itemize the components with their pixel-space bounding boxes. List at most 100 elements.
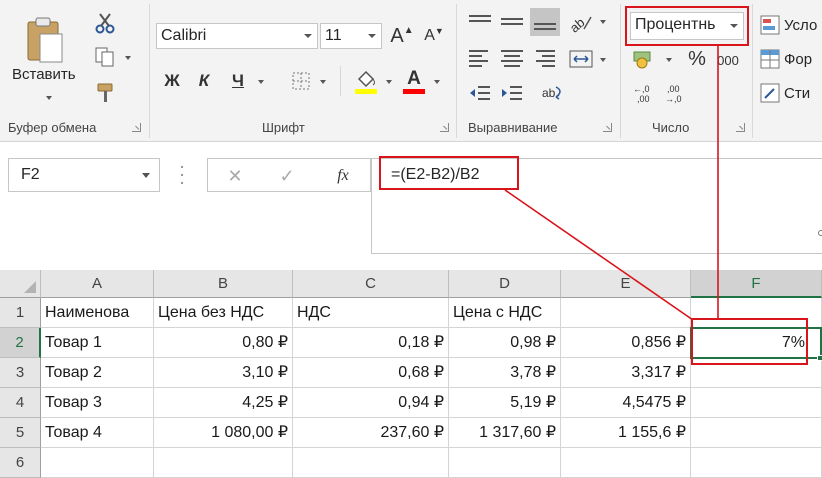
name-box[interactable]: F2	[8, 158, 160, 192]
borders-button[interactable]	[288, 68, 314, 94]
cell-b4[interactable]: 4,25 ₽	[154, 388, 293, 418]
merge-dropdown-icon[interactable]	[600, 58, 606, 62]
font-size-combo[interactable]: 11	[320, 23, 382, 49]
bold-button[interactable]: Ж	[160, 68, 184, 94]
insert-function-icon[interactable]: fx	[328, 163, 358, 189]
decrease-decimal-button[interactable]: ,00 →,0	[664, 80, 692, 106]
cell-f5[interactable]	[691, 418, 822, 448]
merge-center-button[interactable]	[566, 46, 596, 72]
cell-b2[interactable]: 0,80 ₽	[154, 328, 293, 358]
clipboard-launcher-icon[interactable]	[132, 123, 141, 132]
formula-bar-resize-handle[interactable]	[818, 230, 822, 236]
orientation-dropdown-icon[interactable]	[600, 20, 606, 24]
cell-c6[interactable]	[293, 448, 449, 478]
row-header[interactable]: 1	[0, 298, 41, 328]
align-center-button[interactable]	[498, 46, 526, 72]
cell-b6[interactable]	[154, 448, 293, 478]
font-name-combo[interactable]: Calibri	[156, 23, 318, 49]
cell-b5[interactable]: 1 080,00 ₽	[154, 418, 293, 448]
row-header[interactable]: 5	[0, 418, 41, 448]
enter-icon[interactable]: ✓	[274, 163, 300, 189]
wrap-text-button[interactable]: ab	[540, 80, 568, 106]
cancel-icon[interactable]: ✕	[222, 163, 248, 189]
number-launcher-icon[interactable]	[736, 123, 745, 132]
fill-dropdown-icon[interactable]	[386, 80, 392, 84]
row-header[interactable]: 6	[0, 448, 41, 478]
font-color-dropdown-icon[interactable]	[434, 80, 440, 84]
cell-c2[interactable]: 0,18 ₽	[293, 328, 449, 358]
increase-indent-button[interactable]	[498, 80, 526, 106]
cell-d6[interactable]	[449, 448, 561, 478]
font-color-button[interactable]: A	[400, 66, 428, 96]
cell-c1[interactable]: НДС	[293, 298, 449, 328]
shrink-font-button[interactable]: A ▼	[422, 22, 446, 50]
column-header-d[interactable]: D	[449, 270, 561, 298]
cell-f4[interactable]	[691, 388, 822, 418]
alignment-launcher-icon[interactable]	[603, 123, 612, 132]
copy-button[interactable]	[92, 44, 118, 70]
align-left-button[interactable]	[466, 46, 494, 72]
cell-e2[interactable]: 0,856 ₽	[561, 328, 691, 358]
fill-color-button[interactable]	[352, 66, 380, 96]
cell-d5[interactable]: 1 317,60 ₽	[449, 418, 561, 448]
row-header[interactable]: 4	[0, 388, 41, 418]
grow-font-button[interactable]: A ▲	[390, 22, 414, 50]
align-middle-button[interactable]	[498, 10, 526, 34]
column-header-c[interactable]: C	[293, 270, 449, 298]
cell-b1[interactable]: Цена без НДС	[154, 298, 293, 328]
formula-bar-grip-icon[interactable]	[180, 166, 184, 184]
row-header[interactable]: 3	[0, 358, 41, 388]
decrease-indent-button[interactable]	[466, 80, 494, 106]
italic-button[interactable]: К	[192, 68, 216, 94]
align-bottom-button[interactable]	[530, 8, 560, 36]
cell-b3[interactable]: 3,10 ₽	[154, 358, 293, 388]
orientation-button[interactable]: ab	[566, 10, 596, 34]
currency-dropdown-icon[interactable]	[666, 58, 672, 62]
spreadsheet-grid: A B C D E F 1 Наименова Цена без НДС НДС…	[0, 270, 822, 478]
cell-d1[interactable]: Цена с НДС	[449, 298, 561, 328]
underline-dropdown-icon[interactable]	[258, 80, 264, 84]
svg-text:ab: ab	[568, 15, 587, 33]
cell-c3[interactable]: 0,68 ₽	[293, 358, 449, 388]
cell-e6[interactable]	[561, 448, 691, 478]
format-painter-button[interactable]	[92, 80, 118, 106]
column-header-f[interactable]: F	[691, 270, 822, 298]
borders-dropdown-icon[interactable]	[320, 80, 326, 84]
cell-a1[interactable]: Наименова	[41, 298, 154, 328]
cell-a4[interactable]: Товар 3	[41, 388, 154, 418]
increase-decimal-button[interactable]: ←,0,00	[632, 80, 660, 106]
cell-a5[interactable]: Товар 4	[41, 418, 154, 448]
underline-button[interactable]: Ч	[226, 68, 250, 94]
percent-style-button[interactable]: %	[684, 46, 710, 72]
conditional-formatting-button[interactable]: Усло	[760, 12, 822, 38]
column-header-b[interactable]: B	[154, 270, 293, 298]
select-all-corner[interactable]	[0, 270, 41, 298]
cell-c5[interactable]: 237,60 ₽	[293, 418, 449, 448]
cell-a6[interactable]	[41, 448, 154, 478]
currency-format-button[interactable]	[630, 46, 658, 72]
cell-d2[interactable]: 0,98 ₽	[449, 328, 561, 358]
cell-e4[interactable]: 4,5475 ₽	[561, 388, 691, 418]
cell-c4[interactable]: 0,94 ₽	[293, 388, 449, 418]
fill-handle[interactable]	[817, 355, 822, 361]
cell-a3[interactable]: Товар 2	[41, 358, 154, 388]
cell-a2[interactable]: Товар 1	[41, 328, 154, 358]
cell-e1[interactable]	[561, 298, 691, 328]
align-top-button[interactable]	[466, 10, 494, 34]
font-launcher-icon[interactable]	[440, 123, 449, 132]
cell-d3[interactable]: 3,78 ₽	[449, 358, 561, 388]
column-header-e[interactable]: E	[561, 270, 691, 298]
cell-d4[interactable]: 5,19 ₽	[449, 388, 561, 418]
cell-e3[interactable]: 3,317 ₽	[561, 358, 691, 388]
cell-styles-button[interactable]: Сти	[760, 80, 822, 106]
cut-button[interactable]	[92, 10, 118, 36]
cell-f6[interactable]	[691, 448, 822, 478]
cell-e5[interactable]: 1 155,6 ₽	[561, 418, 691, 448]
row-header[interactable]: 2	[0, 328, 41, 358]
align-right-button[interactable]	[530, 46, 558, 72]
format-as-table-button[interactable]: Фор	[760, 46, 822, 72]
paste-button[interactable]: Вставить	[10, 8, 76, 108]
comma-style-button[interactable]: 000	[714, 48, 742, 72]
copy-dropdown-icon[interactable]	[125, 56, 131, 60]
column-header-a[interactable]: A	[41, 270, 154, 298]
